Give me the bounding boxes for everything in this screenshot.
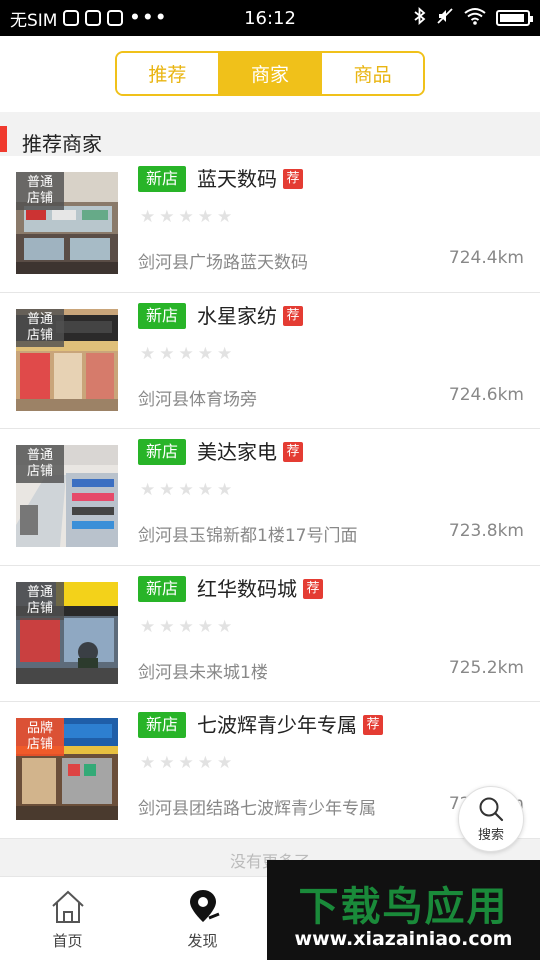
tab-products[interactable]: 商品 bbox=[320, 53, 423, 94]
star-icon: ★ bbox=[159, 480, 175, 500]
search-button-label: 搜索 bbox=[477, 827, 504, 843]
shop-list-item[interactable]: 普通 店铺 新店 水星家纺荐 ★ ★ ★ ★ ★ 剑河县体育场旁 724.6km bbox=[0, 293, 540, 429]
home-icon bbox=[51, 890, 84, 923]
star-icon: ★ bbox=[217, 753, 233, 773]
shop-photo: 普通 店铺 bbox=[16, 581, 118, 684]
star-icon: ★ bbox=[217, 480, 233, 500]
star-rating: ★ ★ ★ ★ ★ bbox=[140, 209, 232, 226]
star-rating: ★ ★ ★ ★ ★ bbox=[140, 343, 233, 364]
star-icon: ★ bbox=[197, 343, 213, 364]
star-icon: ★ bbox=[197, 753, 213, 773]
new-shop-badge: 新店 bbox=[138, 166, 187, 192]
star-icon: ★ bbox=[178, 480, 194, 500]
star-rating: ★ ★ ★ ★ ★ bbox=[140, 616, 233, 637]
watermark: 下载鸟应用 www.xiazainiao.com bbox=[267, 860, 540, 960]
shop-list-item[interactable]: 普通 店铺 新店 美达家电荐 ★ ★ ★ ★ ★ 剑河县玉锦新都1楼17号门面 723.8… bbox=[0, 429, 540, 566]
shop-type-label: 普通 店铺 bbox=[16, 445, 64, 483]
shop-distance: 724.6km bbox=[448, 384, 524, 405]
watermark-url: www.xiazainiao.com bbox=[294, 928, 513, 950]
star-icon: ★ bbox=[140, 480, 156, 500]
download-notification-icon bbox=[107, 10, 124, 26]
header: 推荐 商家 商品 bbox=[0, 36, 540, 112]
star-icon: ★ bbox=[159, 753, 175, 773]
star-icon: ★ bbox=[140, 753, 156, 773]
section-accent-bar bbox=[0, 126, 7, 152]
mute-icon bbox=[436, 7, 454, 30]
search-icon bbox=[479, 797, 504, 821]
recommended-badge: 荐 bbox=[283, 305, 303, 326]
shop-distance: 724.4km bbox=[448, 248, 524, 268]
shop-address: 剑河县体育场旁 bbox=[138, 389, 257, 410]
star-icon: ★ bbox=[178, 753, 194, 773]
bluetooth-icon bbox=[414, 6, 426, 30]
shop-address: 剑河县未来城1楼 bbox=[138, 662, 268, 683]
star-icon: ★ bbox=[159, 616, 175, 637]
shop-photo: 品牌 店铺 bbox=[16, 718, 118, 820]
new-shop-badge: 新店 bbox=[138, 575, 187, 602]
shop-distance: 723.8km bbox=[448, 521, 524, 541]
new-shop-badge: 新店 bbox=[138, 302, 187, 329]
star-icon: ★ bbox=[217, 207, 233, 227]
section-title: 推荐商家 bbox=[22, 132, 102, 156]
watermark-logo-text: 下载鸟应用 bbox=[298, 884, 509, 930]
search-button[interactable]: 搜索 bbox=[458, 786, 524, 852]
tab-recommend[interactable]: 推荐 bbox=[117, 53, 218, 94]
notification-icon bbox=[63, 10, 80, 26]
shop-address: 剑河县团结路七波辉青少年专属 bbox=[138, 799, 376, 819]
nav-home[interactable]: 首页 bbox=[0, 877, 135, 960]
shop-name: 红华数码城荐 bbox=[197, 576, 323, 602]
shop-list-item[interactable]: 普通 店铺 新店 红华数码城荐 ★ ★ ★ ★ ★ 剑河县未来城1楼 725.2km bbox=[0, 566, 540, 702]
star-icon: ★ bbox=[159, 343, 175, 364]
star-rating: ★ ★ ★ ★ ★ bbox=[140, 482, 232, 499]
shop-list-item[interactable]: 普通 店铺 新店 蓝天数码荐 ★ ★ ★ ★ ★ 剑河县广场路蓝天数码 724.4km bbox=[0, 156, 540, 293]
star-icon: ★ bbox=[197, 207, 213, 227]
new-shop-badge: 新店 bbox=[138, 439, 187, 465]
shop-photo: 普通 店铺 bbox=[16, 445, 118, 547]
shop-type-label: 普通 店铺 bbox=[16, 172, 64, 210]
star-icon: ★ bbox=[178, 207, 194, 227]
section-header: 推荐商家 bbox=[0, 112, 540, 156]
shop-address: 剑河县玉锦新都1楼17号门面 bbox=[138, 526, 358, 546]
app-notification-icon bbox=[85, 10, 102, 26]
battery-icon bbox=[496, 10, 533, 26]
shop-distance: 725.2km bbox=[448, 657, 524, 678]
shop-photo: 普通 店铺 bbox=[16, 308, 118, 411]
location-pin-icon bbox=[189, 889, 220, 922]
more-notifications-icon: ••• bbox=[129, 8, 169, 28]
shop-name: 美达家电荐 bbox=[197, 439, 303, 465]
shop-address: 剑河县广场路蓝天数码 bbox=[138, 253, 308, 273]
star-icon: ★ bbox=[140, 343, 156, 364]
star-icon: ★ bbox=[197, 616, 213, 637]
carrier-text: 无SIM bbox=[10, 10, 58, 31]
nav-discover-label: 发现 bbox=[187, 931, 218, 950]
new-shop-badge: 新店 bbox=[138, 712, 187, 738]
tab-merchants[interactable]: 商家 bbox=[217, 53, 321, 94]
recommended-badge: 荐 bbox=[283, 442, 303, 462]
status-bar: 无SIM ••• 16:12 bbox=[0, 0, 540, 36]
shop-name: 七波辉青少年专属荐 bbox=[197, 712, 383, 738]
shop-type-label: 普通 店铺 bbox=[16, 308, 64, 347]
star-icon: ★ bbox=[217, 616, 233, 637]
shop-type-label: 普通 店铺 bbox=[16, 581, 64, 620]
shop-name: 水星家纺荐 bbox=[197, 303, 303, 329]
shop-photo: 普通 店铺 bbox=[16, 172, 118, 274]
shop-type-label: 品牌 店铺 bbox=[16, 718, 64, 756]
star-icon: ★ bbox=[178, 616, 194, 637]
shop-list: 普通 店铺 新店 蓝天数码荐 ★ ★ ★ ★ ★ 剑河县广场路蓝天数码 724.4km 普… bbox=[0, 156, 540, 839]
star-icon: ★ bbox=[217, 343, 233, 364]
star-icon: ★ bbox=[140, 616, 156, 637]
star-icon: ★ bbox=[159, 207, 175, 227]
star-icon: ★ bbox=[140, 207, 156, 227]
recommended-badge: 荐 bbox=[303, 578, 323, 599]
recommended-badge: 荐 bbox=[283, 169, 303, 189]
wifi-icon bbox=[464, 7, 486, 30]
nav-discover[interactable]: 发现 bbox=[135, 877, 270, 960]
nav-home-label: 首页 bbox=[52, 931, 83, 950]
star-icon: ★ bbox=[197, 480, 213, 500]
recommended-badge: 荐 bbox=[363, 715, 383, 735]
star-icon: ★ bbox=[178, 343, 194, 364]
shop-name: 蓝天数码荐 bbox=[197, 166, 303, 192]
segmented-tabs: 推荐 商家 商品 bbox=[115, 51, 425, 96]
star-rating: ★ ★ ★ ★ ★ bbox=[140, 755, 232, 772]
